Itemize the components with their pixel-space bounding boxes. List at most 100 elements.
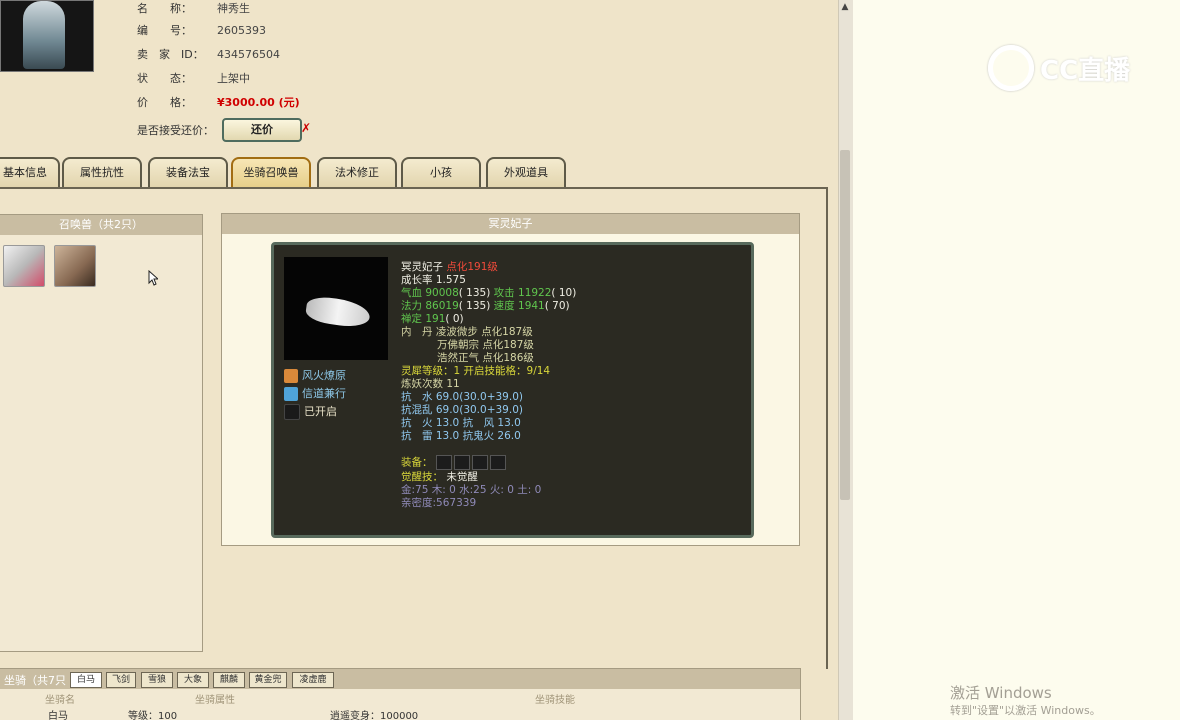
info-value: 上架中 [217, 72, 250, 85]
neidan-name: 万佛朝宗 [437, 339, 479, 351]
res-label: 抗混乱 [401, 404, 433, 416]
mount-row-skill: 逍遥变身：100000 [330, 711, 419, 720]
refine-count: 炼妖次数 11 [401, 378, 460, 390]
info-value: 神秀生 [217, 2, 250, 15]
intimacy-line: 亲密度:567339 [401, 497, 477, 509]
blank-area [853, 0, 1180, 720]
summon-thumb-2[interactable] [54, 245, 96, 287]
mp-value: 86019 [425, 300, 459, 312]
pet-sprite-icon [304, 294, 372, 330]
focus-label: 禅定 [401, 313, 422, 325]
res-value: 13.0 [497, 417, 521, 429]
res-value: 13.0 [435, 430, 460, 442]
tab-label: 属性抗性 [80, 166, 124, 179]
summon-list-title: 召唤兽（共2只） [0, 215, 202, 235]
mount-count-label: 坐骑（共7只 [4, 674, 66, 687]
mount-tab[interactable]: 凌虚鹿 [292, 672, 334, 688]
pet-name: 冥灵妃子 [401, 261, 443, 273]
mp-points: ( 135) [458, 300, 491, 312]
info-label: 编 号： [137, 24, 192, 37]
mp-label: 法力 [401, 300, 422, 312]
info-seller-row: 卖 家 ID： 434576504 [137, 46, 280, 62]
scroll-up-arrow-icon[interactable]: ▲ [838, 0, 852, 14]
neidan-line-1: 内 丹 凌波微步 点化187级 [401, 326, 533, 339]
res-chaos-line: 抗混乱 69.0(30.0+39.0) [401, 404, 523, 417]
awaken-value: 未觉醒 [446, 471, 478, 483]
mount-row-attr: 等级：100 [128, 711, 178, 720]
pet-skill[interactable]: 风火燎原 [284, 367, 346, 383]
character-figure-icon [23, 1, 65, 69]
info-value: 434576504 [217, 48, 280, 61]
spd-points: ( 70) [544, 300, 570, 312]
pet-level: 点化191级 [446, 261, 498, 273]
tab-attributes[interactable]: 属性抗性 [62, 157, 142, 187]
counter-offer-button[interactable]: 还价 [222, 118, 302, 142]
info-label: 名 称： [137, 2, 192, 15]
scrollbar-thumb[interactable] [840, 150, 850, 500]
mount-tab[interactable]: 大象 [177, 672, 209, 688]
equip-slot-4[interactable] [489, 455, 506, 470]
info-price-row: 价 格： ¥3000.00 (元) [137, 94, 300, 110]
res-thunder-ghost-line: 抗 雷 13.0 抗鬼火 26.0 [401, 430, 521, 443]
tab-appearance[interactable]: 外观道具 [486, 157, 566, 187]
info-label: 状 态： [137, 72, 192, 85]
col-mount-skill: 坐骑技能 [535, 695, 575, 706]
res-label: 抗鬼火 [462, 430, 495, 442]
equip-slot-1[interactable] [435, 455, 452, 470]
counter-offer-row: 是否接受还价： [137, 122, 214, 138]
skill-name: 信道兼行 [302, 387, 346, 400]
pet-growth: 成长率 1.575 [401, 274, 466, 286]
res-value: 69.0(30.0+39.0) [435, 391, 523, 403]
equip-line: 装备： [401, 455, 508, 470]
res-water-line: 抗 水 69.0(30.0+39.0) [401, 391, 523, 404]
mount-tab[interactable]: 白马 [70, 672, 102, 688]
character-avatar [0, 0, 94, 72]
disabled-mark-icon: ✗ [301, 121, 312, 135]
tab-label: 坐骑召唤兽 [243, 166, 299, 179]
hp-label: 气血 [401, 287, 422, 299]
focus-points: ( 0) [445, 313, 464, 325]
equip-slot-2[interactable] [453, 455, 470, 470]
info-status-row: 状 态： 上架中 [137, 70, 250, 86]
neidan-name: 浩然正气 [437, 352, 479, 364]
tab-spell[interactable]: 法术修正 [317, 157, 397, 187]
mount-tab[interactable]: 黄金兜 [249, 672, 287, 688]
trade-page: 名 称： 神秀生 编 号： 2605393 卖 家 ID： 434576504 状 态… [0, 0, 838, 720]
info-id-row: 编 号： 2605393 [137, 22, 266, 38]
res-label: 抗 火 [401, 417, 433, 429]
mount-tab[interactable]: 飞剑 [106, 672, 136, 688]
cc-logo-icon [988, 45, 1034, 91]
info-value: 2605393 [217, 24, 266, 37]
tab-basic-info[interactable]: 基本信息 [0, 157, 60, 187]
summon-thumb-1[interactable] [3, 245, 45, 287]
cc-watermark: CC直播 [1040, 56, 1131, 86]
pet-skill[interactable]: 信道兼行 [284, 385, 346, 401]
mount-tab[interactable]: 麒麟 [213, 672, 245, 688]
focus-line: 禅定 191( 0) [401, 313, 464, 326]
pet-card: 风火燎原 信道兼行 已开启 冥灵妃子 点化191级 成长率 1.575 气血 9… [271, 242, 754, 538]
spirit-label: 灵犀等级 [401, 365, 443, 377]
res-value: 26.0 [497, 430, 521, 442]
neidan-level: 点化186级 [482, 352, 534, 364]
hp-value: 90008 [425, 287, 459, 299]
windows-activation-title: 激活 Windows [950, 684, 1052, 702]
tab-mount-summon[interactable]: 坐骑召唤兽 [231, 157, 311, 187]
tab-child[interactable]: 小孩 [401, 157, 481, 187]
windows-activation-subtitle: 转到"设置"以激活 Windows。 [950, 704, 1101, 717]
mount-row-name: 白马 [48, 711, 68, 720]
neidan-level: 点化187级 [481, 326, 533, 338]
mp-speed-line: 法力 86019( 135) 速度 1941( 70) [401, 300, 570, 313]
tab-label: 小孩 [430, 166, 452, 179]
tab-equipment[interactable]: 装备法宝 [148, 157, 228, 187]
neidan-line-2: 万佛朝宗 点化187级 [437, 339, 534, 352]
mount-tab[interactable]: 雪狼 [141, 672, 173, 688]
equip-slot-3[interactable] [471, 455, 488, 470]
col-mount-attr: 坐骑属性 [195, 695, 235, 706]
info-name-row: 名 称： 神秀生 [137, 0, 250, 16]
pet-name-line: 冥灵妃子 点化191级 [401, 261, 498, 274]
pet-skill[interactable]: 已开启 [284, 403, 337, 420]
mount-panel: 坐骑（共7只 白马 飞剑 雪狼 大象 麒麟 黄金兜 凌虚鹿 坐骑名 坐骑属性 坐… [0, 668, 801, 720]
mouse-cursor-icon [148, 270, 158, 286]
spirit-line: 灵犀等级：1 开启技能格：9/14 [401, 365, 550, 378]
res-fire-wind-line: 抗 火 13.0 抗 风 13.0 [401, 417, 521, 430]
